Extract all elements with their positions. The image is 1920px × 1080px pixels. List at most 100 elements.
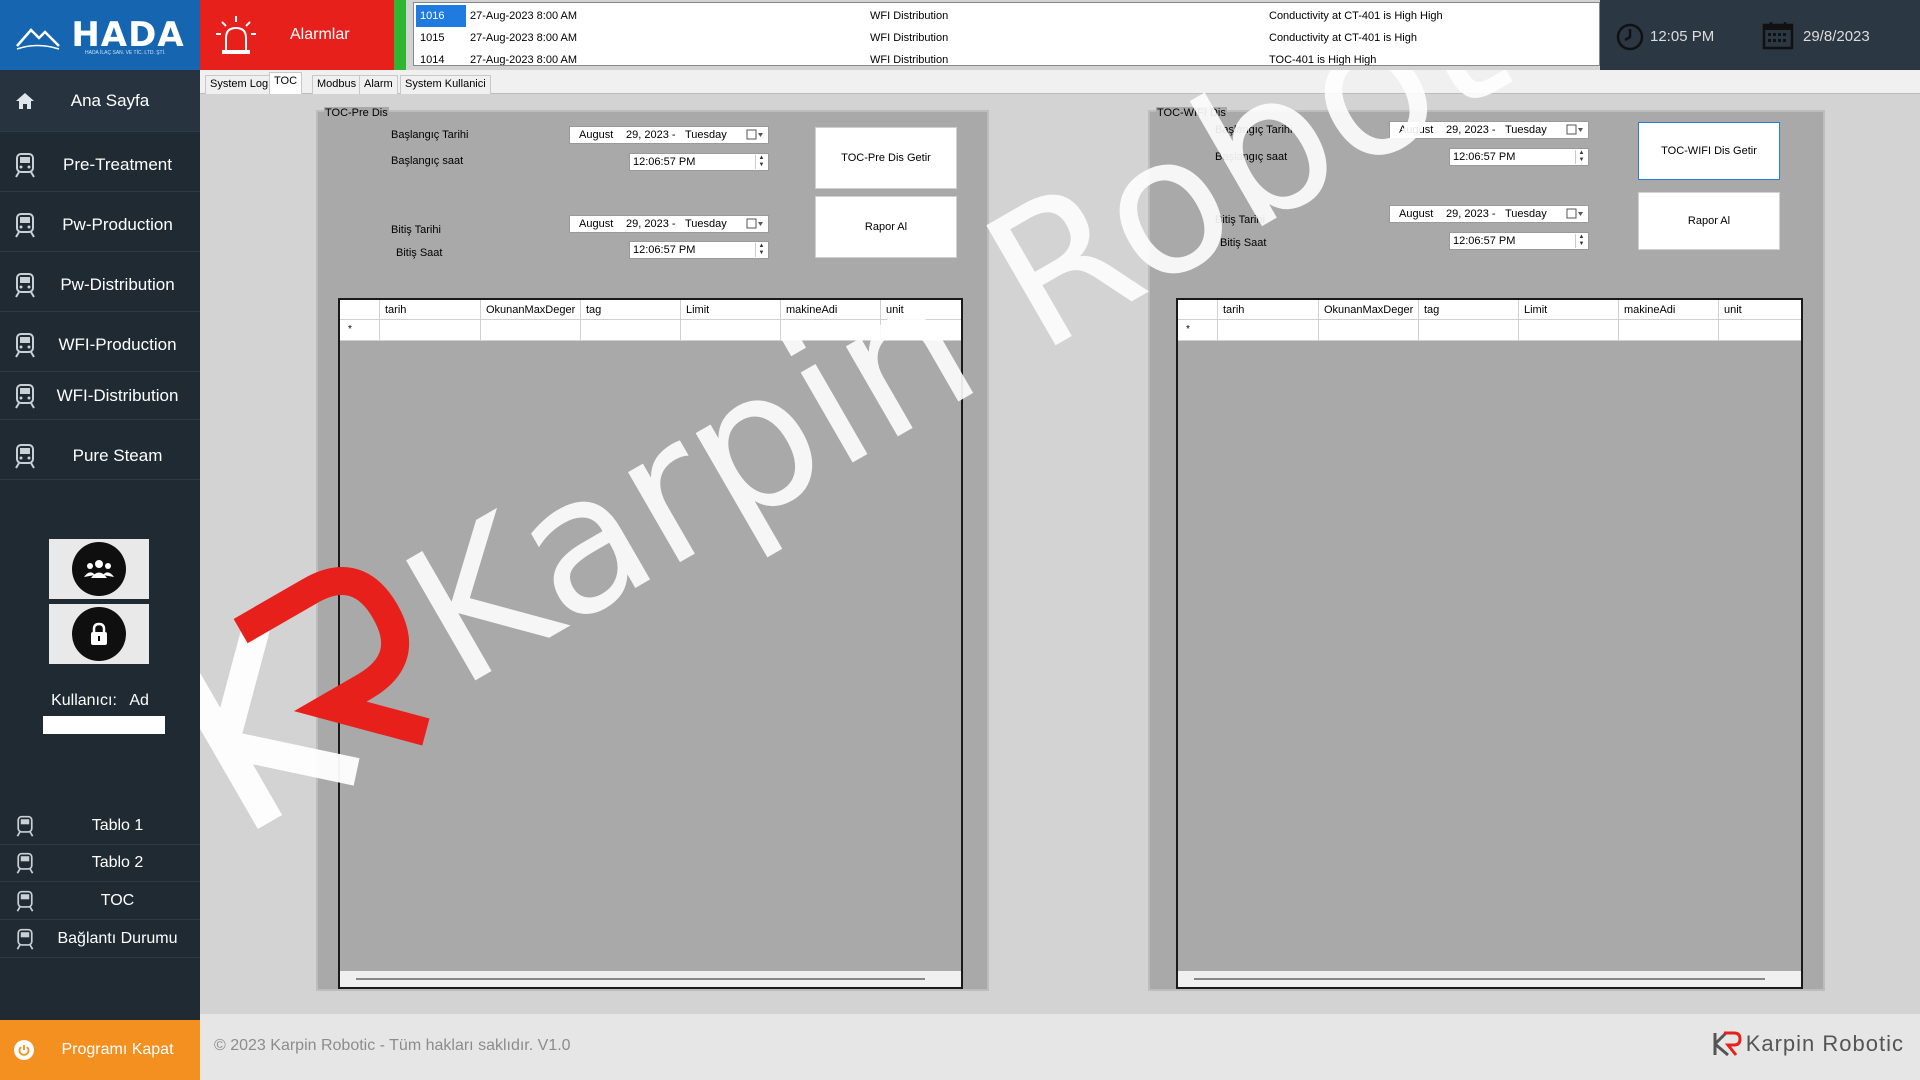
tab-system-log[interactable]: System Log (205, 75, 274, 94)
table-cell[interactable] (880, 320, 961, 341)
sidebar-item-toc[interactable]: TOC (0, 883, 200, 920)
toc-pre-dis-table[interactable]: tarih OkunanMaxDeger tag Limit makineAdi… (338, 298, 963, 989)
users-button[interactable] (49, 539, 149, 599)
table-header: tarih OkunanMaxDeger tag Limit makineAdi… (1178, 300, 1801, 320)
alarm-message: TOC-401 is High High (1269, 54, 1377, 65)
sidebar-item-ana-sayfa[interactable]: Ana Sayfa (0, 70, 200, 132)
sidebar-item-wfi-distribution[interactable]: WFI-Distribution (0, 372, 200, 420)
sidebar-item-baglanti-durumu[interactable]: Bağlantı Durumu (0, 921, 200, 958)
end-date-picker[interactable]: August 29, 2023 - Tuesday (1389, 205, 1589, 223)
footer: © 2023 Karpin Robotic - Tüm hakları sakl… (200, 1014, 1920, 1080)
horizontal-scrollbar[interactable] (1178, 971, 1801, 987)
table-cell[interactable] (480, 320, 580, 341)
table-cell[interactable] (1718, 320, 1801, 341)
alarm-list[interactable]: 1016 27-Aug-2023 8:00 AM WFI Distributio… (413, 2, 1600, 66)
start-time-picker[interactable]: 12:06:57 PM ▲ ▼ (629, 153, 769, 171)
date-day: 29, 2023 - (1446, 208, 1496, 220)
train-icon (15, 332, 35, 358)
column-header[interactable]: tarih (379, 300, 480, 320)
column-header[interactable]: tarih (1217, 300, 1318, 320)
user-label: Kullanıcı: (51, 692, 117, 709)
power-icon (14, 1040, 34, 1060)
start-date-picker[interactable]: August 29, 2023 - Tuesday (569, 126, 769, 144)
table-cell[interactable] (580, 320, 680, 341)
alarm-row[interactable]: 1014 27-Aug-2023 8:00 AM WFI Distributio… (414, 49, 1599, 65)
tab-modbus[interactable]: Modbus (312, 75, 362, 94)
table-cell[interactable] (379, 320, 480, 341)
exit-program-button[interactable]: Programı Kapat (0, 1020, 200, 1080)
alarm-siren-icon (216, 16, 256, 54)
alarm-row[interactable]: 1016 27-Aug-2023 8:00 AM WFI Distributio… (414, 5, 1599, 27)
toc-wifi-dis-table[interactable]: tarih OkunanMaxDeger tag Limit makineAdi… (1176, 298, 1803, 989)
table-cell[interactable] (1518, 320, 1618, 341)
spinner-icon[interactable]: ▲ ▼ (1575, 234, 1587, 248)
date-weekday: Tuesday (1505, 208, 1547, 220)
column-header[interactable]: Limit (1518, 300, 1618, 320)
karpin-logo-icon (1713, 1031, 1742, 1057)
alarm-id: 1016 (416, 5, 466, 27)
end-date-label: Bitiş Tarihi (1215, 214, 1265, 226)
end-date-picker[interactable]: August 29, 2023 - Tuesday (569, 215, 769, 233)
tab-alarm[interactable]: Alarm (359, 75, 398, 94)
sidebar-item-pre-treatment[interactable]: Pre-Treatment (0, 138, 200, 192)
sidebar-item-pw-distribution[interactable]: Pw-Distribution (0, 258, 200, 312)
date-weekday: Tuesday (685, 218, 727, 230)
column-header[interactable]: unit (880, 300, 961, 320)
table-cell[interactable] (1318, 320, 1418, 341)
clock-icon (1616, 23, 1644, 51)
current-time: 12:05 PM (1650, 28, 1715, 45)
tab-toc[interactable]: TOC (269, 72, 303, 94)
alarm-row[interactable]: 1015 27-Aug-2023 8:00 AM WFI Distributio… (414, 27, 1599, 49)
alarm-status-strip (394, 0, 406, 70)
date-month: August (579, 218, 614, 230)
table-cell[interactable] (680, 320, 780, 341)
sidebar-item-pure-steam[interactable]: Pure Steam (0, 432, 200, 480)
table-cell[interactable] (1618, 320, 1718, 341)
sidebar-item-tablo-1[interactable]: Tablo 1 (0, 808, 200, 845)
alarm-source: WFI Distribution (870, 10, 949, 22)
train-icon (16, 815, 34, 837)
date-month: August (1399, 124, 1434, 136)
end-date-label: Bitiş Tarihi (391, 224, 441, 236)
column-header[interactable]: makineAdi (780, 300, 880, 320)
spinner-icon[interactable]: ▲ ▼ (755, 243, 767, 257)
table-cell[interactable] (1217, 320, 1318, 341)
sidebar-item-wfi-production[interactable]: WFI-Production (0, 318, 200, 372)
column-header[interactable]: OkunanMaxDeger (1318, 300, 1418, 320)
spinner-icon[interactable]: ▲ ▼ (1575, 150, 1587, 164)
tab-system-kullanici[interactable]: System Kullanici (400, 75, 491, 94)
column-header[interactable]: tag (580, 300, 680, 320)
spinner-icon[interactable]: ▲ ▼ (755, 155, 767, 169)
sidebar-item-tablo-2[interactable]: Tablo 2 (0, 845, 200, 882)
left-report-button[interactable]: Rapor Al (815, 196, 957, 258)
column-header[interactable]: unit (1718, 300, 1801, 320)
column-header[interactable]: Limit (680, 300, 780, 320)
calendar-dropdown-icon (1566, 208, 1583, 219)
table-cell[interactable] (780, 320, 880, 341)
start-date-picker[interactable]: August 29, 2023 - Tuesday (1389, 121, 1589, 139)
right-report-button[interactable]: Rapor Al (1638, 192, 1780, 250)
alarm-source: WFI Distribution (870, 32, 949, 44)
time-value: 12:06:57 PM (1453, 235, 1516, 247)
group-title: TOC-WIFI Dis (1156, 107, 1227, 119)
column-header[interactable]: tag (1418, 300, 1518, 320)
train-icon (15, 383, 35, 409)
sidebar-item-pw-production[interactable]: Pw-Production (0, 198, 200, 252)
horizontal-scrollbar[interactable] (340, 971, 961, 987)
toc-pre-dis-fetch-button[interactable]: TOC-Pre Dis Getir (815, 127, 957, 189)
alarm-message: Conductivity at CT-401 is High (1269, 32, 1417, 44)
start-time-picker[interactable]: 12:06:57 PM ▲ ▼ (1449, 148, 1589, 166)
alarm-datetime: 27-Aug-2023 8:00 AM (470, 54, 578, 65)
table-cell[interactable] (1418, 320, 1518, 341)
column-header[interactable]: OkunanMaxDeger (480, 300, 580, 320)
lock-button[interactable] (49, 604, 149, 664)
table-new-row[interactable]: * (340, 320, 961, 341)
toc-wifi-dis-fetch-button[interactable]: TOC-WIFI Dis Getir (1638, 122, 1780, 180)
end-time-picker[interactable]: 12:06:57 PM ▲ ▼ (1449, 232, 1589, 250)
column-header[interactable]: makineAdi (1618, 300, 1718, 320)
date-day: 29, 2023 - (626, 218, 676, 230)
calendar-dropdown-icon (746, 218, 763, 229)
end-time-picker[interactable]: 12:06:57 PM ▲ ▼ (629, 241, 769, 259)
table-new-row[interactable]: * (1178, 320, 1801, 341)
alarms-button[interactable]: Alarmlar (200, 0, 394, 70)
